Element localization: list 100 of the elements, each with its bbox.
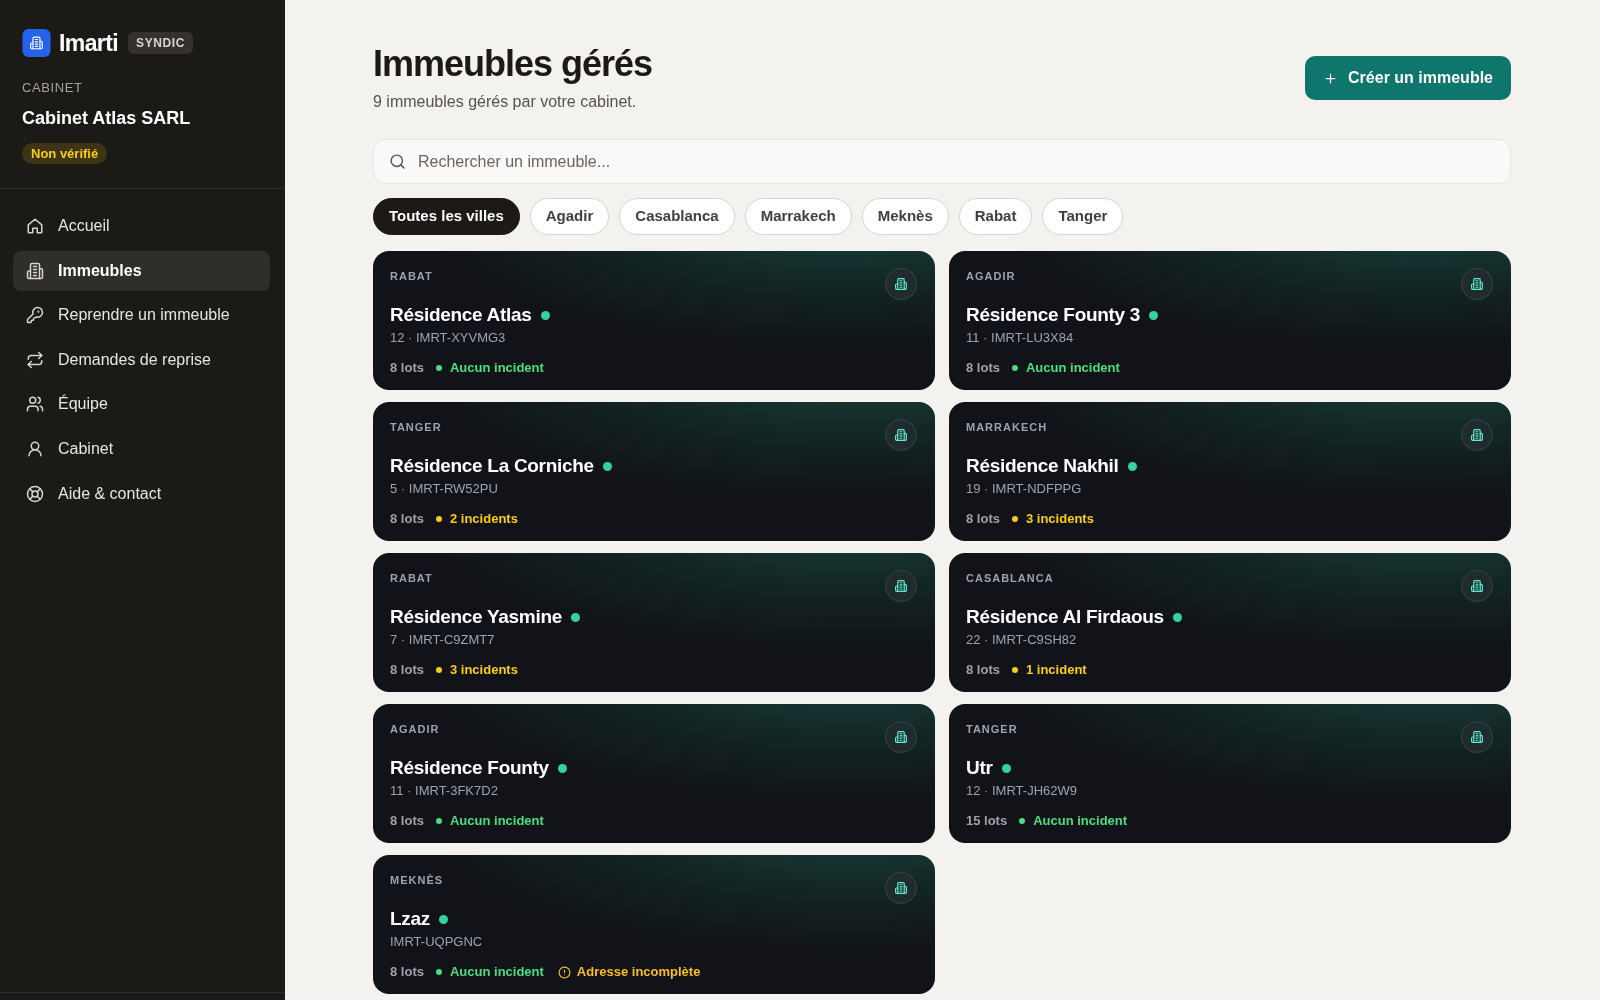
building-icon	[1461, 721, 1493, 753]
nav-item[interactable]: Aide & contact	[13, 473, 270, 514]
building-name: Résidence Atlas	[390, 303, 532, 327]
search-field[interactable]: Rechercher un immeuble...	[373, 139, 1511, 184]
city-filter-chip[interactable]: Toutes les villes	[373, 198, 520, 235]
building-icon	[885, 268, 917, 300]
user-icon	[26, 439, 44, 458]
users-icon	[26, 395, 44, 414]
incident-dot-icon	[1011, 516, 1018, 522]
building-icon	[26, 261, 44, 280]
city-filter-chip[interactable]: Casablanca	[619, 198, 735, 235]
incident-status: 3 incidents	[1025, 510, 1094, 528]
incident-dot-icon	[435, 365, 442, 371]
city-label: TANGER	[390, 420, 442, 434]
incident-dot-icon	[435, 969, 442, 975]
nav-item[interactable]: Accueil	[13, 206, 270, 246]
building-code: 22 · IMRT-C9SH82	[966, 631, 1077, 649]
building-card[interactable]: TANGER Utr 12 · IMRT-JH62W9 15 lots Aucun incident	[949, 704, 1511, 843]
building-name: Utr	[966, 756, 993, 780]
incident-status: 1 incident	[1025, 661, 1087, 679]
building-card[interactable]: CASABLANCA Résidence Al Firdaous 22 · IMRT-C9SH82 8 lots 1 incident	[949, 553, 1511, 692]
nav-item[interactable]: Demandes de reprise	[13, 339, 270, 380]
city-filter-chip[interactable]: Agadir	[529, 198, 610, 235]
building-name: Résidence Nakhil	[966, 454, 1119, 478]
swap-arrows-icon	[26, 350, 44, 369]
nav-item[interactable]: Immeubles	[13, 250, 270, 291]
key-icon	[26, 306, 44, 325]
incident-status: Aucun incident	[449, 812, 544, 830]
building-card[interactable]: TANGER Résidence La Corniche 5 · IMRT-RW52PU 8 lots 2 incidents	[373, 402, 935, 541]
city-label: CASABLANCA	[966, 571, 1054, 585]
plus-icon	[1323, 70, 1339, 86]
building-code: 19 · IMRT-NDFPPG	[966, 480, 1082, 498]
nav-item[interactable]: Cabinet	[13, 428, 270, 469]
building-code: 7 · IMRT-C9ZMT7	[390, 631, 495, 649]
incident-dot-icon	[435, 516, 442, 522]
city-label: AGADIR	[966, 269, 1016, 283]
building-icon	[885, 419, 917, 451]
building-name: Résidence Founty 3	[966, 303, 1141, 327]
city-label: RABAT	[390, 571, 433, 585]
home-icon	[26, 217, 44, 235]
building-name: Résidence Founty	[390, 756, 549, 780]
building-icon	[885, 570, 917, 602]
lots-count: 8 lots	[390, 812, 424, 830]
lots-count: 8 lots	[966, 510, 1000, 528]
page-title: Immeubles gérés	[373, 42, 653, 86]
building-card[interactable]: AGADIR Résidence Founty 3 11 · IMRT-LU3X84 8 lots Aucun incident	[949, 251, 1511, 390]
city-filter-chip[interactable]: Marrakech	[744, 198, 852, 235]
building-code: 12 · IMRT-JH62W9	[966, 782, 1077, 800]
building-card[interactable]: RABAT Résidence Atlas 12 · IMRT-XYVMG3 8 lots Aucun incident	[373, 251, 935, 390]
city-filter-chip[interactable]: Tanger	[1042, 198, 1124, 235]
city-filter-chip[interactable]: Meknès	[861, 198, 949, 235]
role-badge: SYNDIC	[128, 32, 193, 54]
building-icon	[1461, 570, 1493, 602]
org-name: Cabinet Atlas SARL	[22, 107, 191, 129]
incident-status: Aucun incident	[1025, 359, 1120, 377]
search-icon	[389, 153, 406, 170]
building-card[interactable]: MARRAKECH Résidence Nakhil 19 · IMRT-NDFPPG 8 lots 3 incidents	[949, 402, 1511, 541]
building-name: Résidence Yasmine	[390, 605, 562, 629]
alert-circle-icon	[557, 965, 571, 979]
lots-count: 15 lots	[966, 812, 1008, 830]
lots-count: 8 lots	[390, 963, 424, 981]
incident-dot-icon	[1011, 667, 1018, 673]
nav-item[interactable]: Équipe	[13, 384, 270, 425]
org-label: CABINET	[22, 80, 83, 96]
building-code: 11 · IMRT-LU3X84	[966, 329, 1074, 347]
lots-count: 8 lots	[390, 661, 424, 679]
building-name: Lzaz	[390, 907, 430, 931]
page-subtitle: 9 immeubles gérés par votre cabinet.	[373, 92, 638, 112]
building-icon	[1461, 419, 1493, 451]
lifebuoy-icon	[26, 484, 44, 503]
incident-status: Aucun incident	[449, 963, 544, 981]
lots-count: 8 lots	[966, 661, 1000, 679]
lots-count: 8 lots	[966, 359, 1000, 377]
verification-badge: Non vérifié	[22, 143, 108, 164]
building-code: 12 · IMRT-XYVMG3	[390, 329, 506, 347]
building-icon	[1461, 268, 1493, 300]
lots-count: 8 lots	[390, 510, 424, 528]
building-card[interactable]: AGADIR Résidence Founty 11 · IMRT-3FK7D2 8 lots Aucun incident	[373, 704, 935, 843]
nav-item[interactable]: Reprendre un immeuble	[13, 295, 270, 336]
city-label: RABAT	[390, 269, 433, 283]
incident-dot-icon	[435, 667, 442, 673]
incident-dot-icon	[1019, 818, 1026, 824]
city-label: MEKNÈS	[390, 873, 444, 887]
incident-dot-icon	[1011, 365, 1018, 371]
incident-status: Aucun incident	[449, 359, 544, 377]
incident-status: 2 incidents	[449, 510, 518, 528]
building-icon	[885, 721, 917, 753]
city-filter-chip[interactable]: Rabat	[958, 198, 1033, 235]
city-label: TANGER	[966, 722, 1018, 736]
city-label: MARRAKECH	[966, 420, 1048, 434]
create-building-button[interactable]: Créer un immeuble	[1305, 56, 1511, 100]
building-card[interactable]: MEKNÈS Lzaz IMRT-UQPGNC 8 lots Aucun incident Adresse incomplète	[373, 855, 935, 994]
lots-count: 8 lots	[390, 359, 424, 377]
incident-dot-icon	[435, 818, 442, 824]
building-icon	[885, 872, 917, 904]
building-card[interactable]: RABAT Résidence Yasmine 7 · IMRT-C9ZMT7 8 lots 3 incidents	[373, 553, 935, 692]
incident-status: 3 incidents	[449, 661, 518, 679]
incident-status: Aucun incident	[1033, 812, 1128, 830]
brand-name: Imarti	[59, 29, 119, 57]
building-code: 5 · IMRT-RW52PU	[390, 480, 498, 498]
